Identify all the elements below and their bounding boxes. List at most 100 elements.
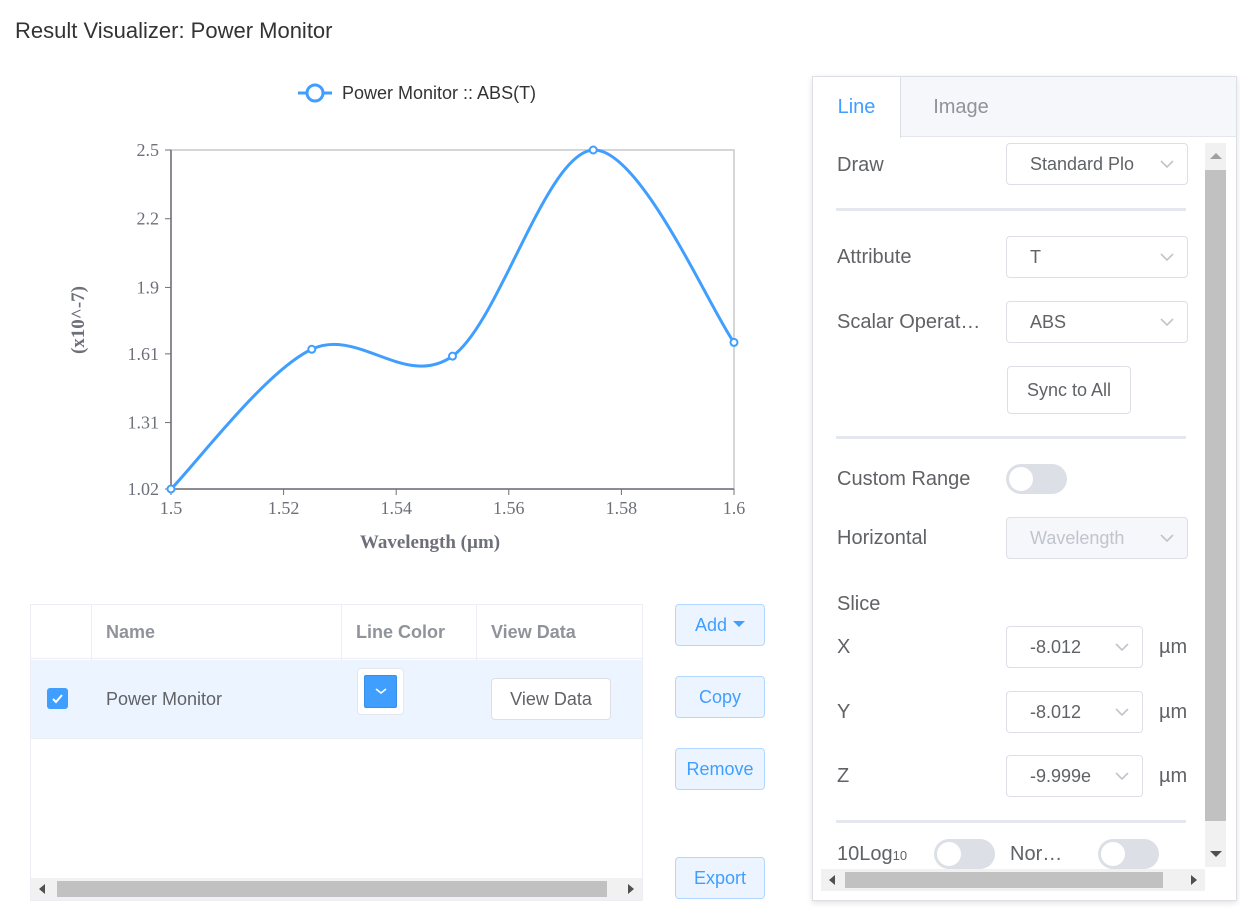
scalar-operation-label: Scalar Operat…	[837, 311, 981, 333]
data-point[interactable]	[166, 484, 176, 494]
add-button-label: Add	[694, 615, 728, 635]
scroll-up-icon[interactable]	[1210, 153, 1222, 159]
scalar-operation-value: ABS	[1030, 312, 1067, 332]
header-view-data: View Data	[491, 622, 576, 642]
horizontal-value: Wavelength	[1030, 528, 1125, 548]
legend-label: Power Monitor :: ABS(T)	[342, 83, 536, 103]
attribute-value: T	[1030, 247, 1041, 267]
export-button[interactable]: Export	[675, 857, 765, 899]
y-tick-label: 2.5	[137, 140, 160, 160]
row-checkbox[interactable]	[47, 688, 68, 709]
y-unit: µm	[1159, 701, 1188, 723]
data-point[interactable]	[448, 351, 457, 361]
series-line	[169, 148, 736, 491]
y-value: -8.012	[1030, 702, 1082, 722]
x-label: X	[837, 636, 851, 658]
chart-legend: Power Monitor :: ABS(T)	[298, 83, 536, 103]
normalize-toggle[interactable]	[1098, 839, 1159, 869]
normalize-label: Nor…	[1010, 843, 1063, 865]
caret-down-icon	[733, 621, 746, 628]
x-unit: µm	[1159, 636, 1188, 658]
draw-value: Standard Plo	[1030, 154, 1135, 174]
panel-horizontal-scrollbar[interactable]	[821, 869, 1205, 891]
scroll-right-icon[interactable]	[628, 884, 634, 894]
x-tick-label: 1.52	[268, 498, 300, 518]
panel-vertical-scrollbar[interactable]	[1205, 143, 1226, 867]
y-tick-label: 1.61	[128, 344, 160, 364]
x-axis-label: Wavelength (µm)	[360, 532, 500, 553]
x-tick-label: 1.5	[160, 498, 183, 518]
line-color-picker[interactable]	[357, 668, 404, 715]
divider	[836, 208, 1186, 211]
scalar-operation-select[interactable]: ABS	[1006, 301, 1188, 343]
scroll-down-icon[interactable]	[1210, 851, 1222, 857]
y-tick-label: 2.2	[137, 209, 160, 229]
toggle-knob	[1009, 467, 1033, 491]
data-point[interactable]	[307, 344, 317, 354]
sync-to-all-button[interactable]: Sync to All	[1007, 366, 1131, 414]
attribute-label: Attribute	[837, 246, 912, 268]
check-icon	[52, 694, 63, 704]
y-tick-label: 1.31	[128, 413, 160, 433]
header-name: Name	[106, 622, 156, 642]
table-row[interactable]: Power Monitor View Data	[31, 660, 642, 739]
chevron-down-icon	[1160, 318, 1174, 327]
toggle-knob	[937, 842, 961, 866]
settings-panel: Line Image Draw Standard Plo Attribute T…	[812, 76, 1237, 901]
legend-marker	[305, 83, 325, 103]
table-horizontal-scrollbar[interactable]	[31, 878, 642, 900]
series-table: Name Line Color View Data Power Monitor …	[30, 604, 643, 901]
add-button[interactable]: Add	[675, 604, 765, 646]
log-toggle[interactable]	[934, 839, 995, 869]
scroll-left-icon[interactable]	[829, 875, 835, 885]
x-tick-label: 1.6	[723, 498, 746, 518]
draw-label: Draw	[837, 154, 884, 176]
data-point[interactable]	[588, 145, 598, 155]
chevron-down-icon	[1160, 534, 1174, 543]
log-label: 10Log10	[837, 843, 907, 866]
scrollbar-thumb[interactable]	[1205, 170, 1226, 821]
data-point[interactable]	[729, 337, 739, 347]
view-data-button[interactable]: View Data	[491, 678, 611, 720]
plot-frame	[170, 149, 735, 490]
line-chart: Power Monitor :: ABS(T) 1.5 1.52 1.54 1.56 1…	[40, 70, 780, 570]
z-value: -9.999e	[1030, 766, 1092, 786]
y-axis-label: (x10^-7)	[68, 286, 89, 354]
draw-select[interactable]: Standard Plo	[1006, 143, 1188, 185]
horizontal-label: Horizontal	[837, 527, 928, 549]
z-label: Z	[837, 765, 850, 787]
header-line-color: Line Color	[356, 622, 445, 642]
color-swatch	[364, 675, 397, 708]
slice-label: Slice	[837, 593, 881, 615]
z-select[interactable]: -9.999e	[1006, 755, 1143, 797]
scrollbar-thumb[interactable]	[845, 872, 1163, 888]
table-header: Name Line Color View Data	[31, 605, 642, 659]
chevron-down-icon	[1115, 708, 1129, 717]
attribute-select[interactable]: T	[1006, 236, 1188, 278]
x-tick-label: 1.56	[493, 498, 525, 518]
chevron-down-icon	[1160, 160, 1174, 169]
tab-line[interactable]: Line	[813, 77, 901, 138]
custom-range-toggle[interactable]	[1006, 464, 1067, 494]
horizontal-select[interactable]: Wavelength	[1006, 517, 1188, 559]
chart-svg: Power Monitor :: ABS(T) 1.5 1.52 1.54 1.56 1…	[68, 83, 746, 553]
x-tick-label: 1.54	[380, 498, 412, 518]
scrollbar-thumb[interactable]	[57, 881, 607, 897]
divider	[836, 436, 1186, 439]
tab-image[interactable]: Image	[901, 77, 1021, 137]
z-unit: µm	[1159, 765, 1188, 787]
log-label-subscript: 10	[892, 848, 908, 863]
log-label-text: 10Log	[837, 843, 893, 865]
copy-button[interactable]: Copy	[675, 676, 765, 718]
tab-bar: Line Image	[813, 77, 1236, 138]
scroll-left-icon[interactable]	[39, 884, 45, 894]
scroll-right-icon[interactable]	[1191, 875, 1197, 885]
y-label: Y	[837, 701, 851, 723]
chevron-down-icon	[1160, 253, 1174, 262]
x-select[interactable]: -8.012	[1006, 626, 1143, 668]
chevron-down-icon	[375, 688, 387, 695]
remove-button[interactable]: Remove	[675, 748, 765, 790]
x-value: -8.012	[1030, 637, 1082, 657]
y-tick-label: 1.02	[128, 479, 160, 499]
y-select[interactable]: -8.012	[1006, 691, 1143, 733]
